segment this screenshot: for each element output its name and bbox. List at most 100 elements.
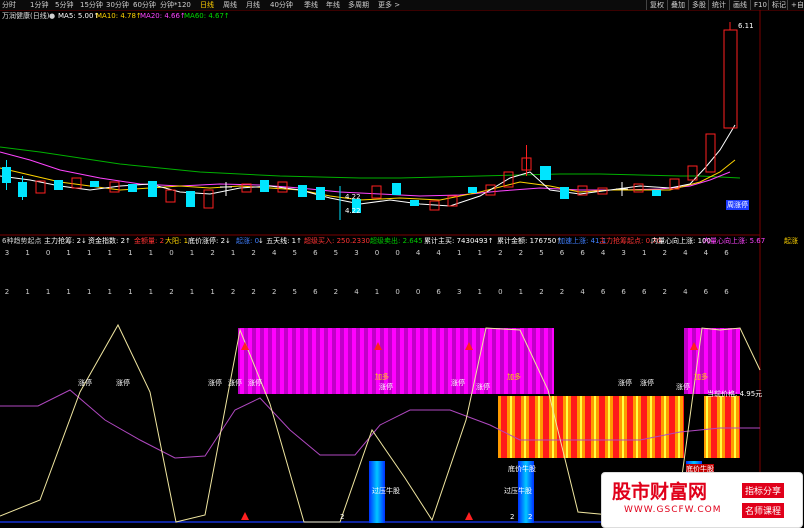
row-number: 6 (621, 288, 626, 296)
signal-label: 涨停 (451, 379, 465, 387)
row-number: 1 (86, 249, 92, 257)
row-number: 1 (128, 249, 133, 257)
row-number: 4 (271, 249, 277, 257)
price-tag: 当前价格: 4.95元 (707, 390, 763, 398)
row-number: 1 (148, 249, 154, 257)
field-13: 内量心向上涨: 100 (651, 237, 711, 245)
field-7: 超级买入: 250.2330 (304, 237, 370, 245)
row-number: 6 (724, 288, 729, 296)
signal-label: 涨停 (208, 379, 222, 387)
field-1: 资金指数: 2↑ (88, 237, 131, 245)
row-number: 2 (498, 249, 503, 257)
row-number: 4 (354, 288, 359, 296)
watermark-title: 股市财富网 (612, 481, 708, 503)
signal-box-magenta-2 (684, 328, 740, 394)
row-number: 4 (683, 288, 688, 296)
row-number: 3 (456, 288, 462, 296)
row-number: 1 (107, 249, 112, 257)
row-number: 0 (395, 249, 400, 257)
row-number: 2 (251, 288, 256, 296)
row-number: 1 (86, 288, 92, 296)
row-number: 1 (66, 288, 71, 296)
row-number: 1 (148, 288, 154, 296)
low-price-label-2: 4.22 (345, 207, 361, 215)
field-15: 起涨 (784, 237, 798, 245)
row-number: 2 (210, 249, 215, 257)
signal-label: 涨停 (379, 383, 393, 391)
row-number: 2 (662, 288, 667, 296)
row-number: 6 (559, 249, 565, 257)
row-number: 1 (25, 288, 30, 296)
low-price-label: 4.22 (345, 193, 361, 201)
signal-box-fire-2 (704, 396, 740, 458)
row-number: 4 (683, 249, 688, 257)
row-number: 4 (436, 249, 441, 257)
row-number: 2 (169, 288, 174, 296)
signal-box-magenta-1 (238, 328, 554, 394)
row-number: 1 (66, 249, 71, 257)
signal-label: 涨停 (476, 383, 490, 391)
row-number: 2 (4, 288, 10, 296)
row-number: 5 (333, 249, 339, 257)
signal-label: 加多 (694, 373, 708, 381)
row-number: 1 (25, 249, 30, 257)
field-4: 底价涨停: 2↓ (188, 237, 231, 245)
signal-label: 加多 (507, 373, 521, 381)
signal-label: 涨停 (116, 379, 130, 387)
field-2: 金额量: 2 (134, 237, 165, 245)
number-row-2: 2 1 1 1 1 1 1 1 2 1 1 2 2 2 5 6 2 4 1 0 0 6 3 1 0 1 2 2 4 6 6 6 2 4 6 6 (0, 288, 760, 298)
field-10: 累计金额: 176750↑ (497, 237, 563, 245)
row-number: 6 (580, 249, 585, 257)
row-number: 1 (230, 249, 236, 257)
row-number: 3 (621, 249, 626, 257)
field-5: 起涨: 0 (236, 237, 260, 245)
row-number: 1 (374, 288, 380, 296)
row-number: 1 (189, 288, 195, 296)
row-number: 1 (641, 249, 647, 257)
row-number: 2 (251, 249, 256, 257)
row-number: 2 (333, 288, 339, 296)
row-number: 5 (292, 288, 297, 296)
row-number: 6 (641, 288, 647, 296)
row-number: 2 (559, 288, 565, 296)
row-number: 1 (189, 249, 195, 257)
bottom-label: 底价牛股 (508, 465, 536, 473)
row-number: 0 (498, 288, 503, 296)
row-number: 0 (169, 249, 174, 257)
field-14: 内量心向上涨: 5.67 (703, 237, 766, 245)
watermark-url: WWW.GSCFW.COM (624, 505, 722, 515)
signal-label: 涨停 (618, 379, 632, 387)
row-number: 0 (374, 249, 380, 257)
row-number: 6 (436, 288, 441, 296)
row-number: 2 (662, 249, 667, 257)
watermark-logo: 股市财富网 WWW.GSCFW.COM 指标分享 名师课程 (601, 472, 803, 528)
row-number: 3 (4, 249, 10, 257)
row-number: 1 (128, 288, 133, 296)
row-number: 1 (107, 288, 112, 296)
row-number: 2 (230, 288, 236, 296)
row-number: 0 (395, 288, 400, 296)
row-number: 6 (724, 249, 729, 257)
ma60-line (0, 146, 741, 179)
signal-label: 涨停 (248, 379, 262, 387)
row-number: 1 (210, 288, 215, 296)
bottom-number: 2 (528, 513, 533, 521)
row-number: 2 (271, 288, 277, 296)
chart-canvas (0, 10, 761, 528)
signal-box-fire-1 (498, 396, 684, 458)
signal-label: 涨停 (228, 379, 242, 387)
signal-label: 加多 (375, 373, 389, 381)
field-6: ↓ 五天线: 1↑ (258, 237, 302, 245)
indicator-title: 6种趋势起点 (2, 237, 42, 245)
signal-label: 涨停 (78, 379, 92, 387)
weekly-limit-tag: 周涨停 (726, 200, 749, 210)
field-9: 累计主买: 7430493↑ (424, 237, 494, 245)
row-number: 6 (600, 288, 606, 296)
bottom-label: 过压牛股 (372, 487, 400, 495)
high-price-label: 6.11 (738, 22, 754, 30)
row-number: 3 (354, 249, 359, 257)
row-number: 2 (539, 288, 544, 296)
bottom-number: 2 (510, 513, 515, 521)
signal-label: 涨停 (640, 379, 654, 387)
row-number: 2 (518, 249, 524, 257)
